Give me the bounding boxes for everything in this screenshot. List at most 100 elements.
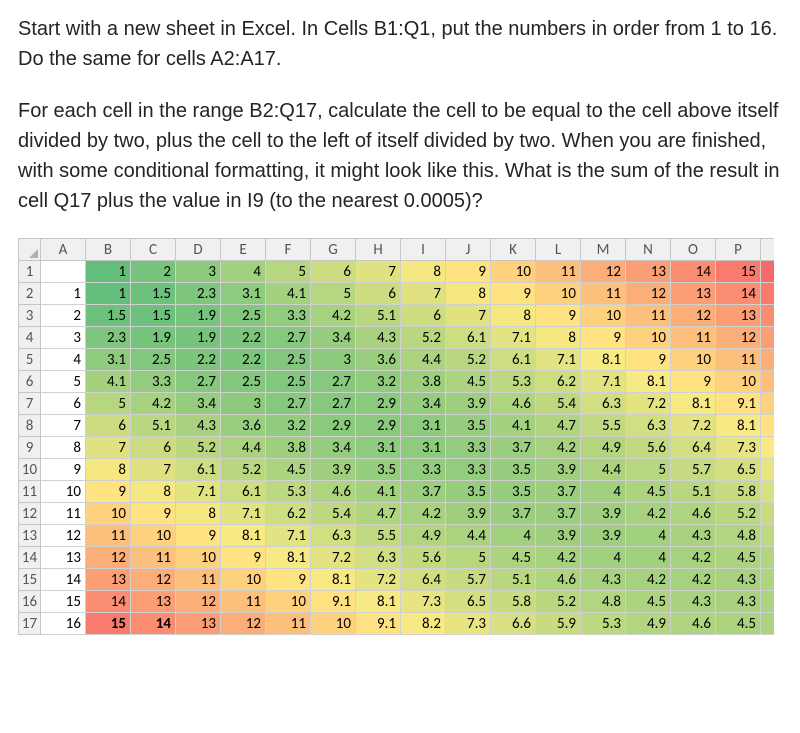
cell[interactable]: 11 [86,525,131,547]
cell[interactable]: 9 [176,525,221,547]
cell[interactable]: 8 [41,437,86,459]
cell[interactable]: 6 [356,283,401,305]
cell[interactable]: 9.1 [716,393,761,415]
cell[interactable]: 5.2 [536,591,581,613]
cell[interactable]: 4.1 [266,283,311,305]
column-header[interactable]: G [311,239,356,261]
row-header[interactable]: 12 [19,503,41,525]
cell[interactable]: 3.5 [446,481,491,503]
cell[interactable]: 2.2 [221,349,266,371]
cell[interactable]: 1 [86,283,131,305]
cell[interactable]: 3.3 [131,371,176,393]
column-header[interactable]: I [401,239,446,261]
cell[interactable]: 13 [626,261,671,283]
cell[interactable]: 3.1 [401,415,446,437]
cell[interactable]: 8 [401,261,446,283]
cell[interactable]: 8 [131,481,176,503]
cell[interactable]: 8 [491,305,536,327]
cell[interactable]: 6.1 [221,481,266,503]
cell[interactable]: 9.1 [311,591,356,613]
cell[interactable]: 8.1 [626,371,671,393]
cell[interactable]: 2.7 [266,327,311,349]
column-header[interactable]: P [716,239,761,261]
cell[interactable]: 3.9 [581,525,626,547]
cell[interactable]: 7.1 [536,349,581,371]
row-header[interactable]: 17 [19,613,41,635]
cell[interactable]: 3 [41,327,86,349]
cell[interactable]: 2.7 [311,393,356,415]
select-all-corner[interactable] [19,239,41,261]
column-header[interactable]: M [581,239,626,261]
cell[interactable]: 9 [266,569,311,591]
cell[interactable]: 12 [221,613,266,635]
cell[interactable]: 2.7 [266,393,311,415]
cell[interactable]: 4.4 [221,437,266,459]
cell[interactable]: 5 [446,547,491,569]
cell[interactable]: 8 [176,503,221,525]
cell[interactable]: 4.2 [401,503,446,525]
cell[interactable]: 4.5 [626,591,671,613]
cell[interactable]: 12 [86,547,131,569]
cell[interactable]: 4.8 [716,525,761,547]
row-header[interactable]: 1 [19,261,41,283]
cell[interactable]: 13 [86,569,131,591]
column-header[interactable]: H [356,239,401,261]
cell[interactable]: 1.9 [131,327,176,349]
column-header[interactable]: N [626,239,671,261]
cell[interactable]: 2 [41,305,86,327]
cell[interactable]: 5.2 [221,459,266,481]
cell[interactable]: 6 [131,437,176,459]
cell[interactable]: 2.5 [221,305,266,327]
cell[interactable]: 1.5 [86,305,131,327]
cell[interactable]: 4.2 [536,437,581,459]
cell[interactable]: 3.2 [356,371,401,393]
cell[interactable]: 5.2 [176,437,221,459]
cell[interactable]: 4.2 [311,305,356,327]
cell[interactable]: 7.1 [491,327,536,349]
cell[interactable]: 9.1 [761,415,775,437]
row-header[interactable]: 6 [19,371,41,393]
cell[interactable]: 6.5 [446,591,491,613]
cell[interactable]: 8.1 [311,569,356,591]
cell[interactable]: 5.5 [581,415,626,437]
cell[interactable]: 10 [311,613,356,635]
cell[interactable]: 6.1 [176,459,221,481]
cell[interactable]: 4.1 [356,481,401,503]
cell[interactable]: 8 [86,459,131,481]
cell[interactable]: 4.6 [536,569,581,591]
cell[interactable]: 6.3 [626,415,671,437]
cell[interactable]: 6.4 [401,569,446,591]
cell[interactable]: 12 [131,569,176,591]
cell[interactable]: 14 [41,569,86,591]
row-header[interactable]: 13 [19,525,41,547]
cell[interactable]: 4.4 [581,459,626,481]
cell[interactable]: 2.5 [266,349,311,371]
cell[interactable]: 4.1 [491,415,536,437]
cell[interactable]: 6 [311,261,356,283]
cell[interactable]: 4.5 [716,547,761,569]
cell[interactable]: 3.1 [401,437,446,459]
cell[interactable]: 5 [626,459,671,481]
column-header[interactable]: C [131,239,176,261]
row-header[interactable]: 7 [19,393,41,415]
cell[interactable]: 12 [41,525,86,547]
cell[interactable]: 3.5 [446,415,491,437]
cell[interactable]: 4.6 [761,569,775,591]
cell[interactable]: 4 [581,481,626,503]
cell[interactable]: 16 [41,613,86,635]
cell[interactable]: 4.3 [176,415,221,437]
cell[interactable]: 15 [86,613,131,635]
cell[interactable]: 12 [716,327,761,349]
cell[interactable]: 6 [86,415,131,437]
cell[interactable]: 5.3 [761,525,775,547]
cell[interactable]: 11 [626,305,671,327]
cell[interactable]: 3.9 [536,459,581,481]
cell[interactable]: 6 [41,393,86,415]
cell[interactable]: 1.9 [176,305,221,327]
cell[interactable]: 3.1 [221,283,266,305]
row-header[interactable]: 14 [19,547,41,569]
cell[interactable]: 3.3 [266,305,311,327]
cell[interactable]: 6.3 [581,393,626,415]
row-header[interactable]: 2 [19,283,41,305]
cell[interactable]: 4 [221,261,266,283]
